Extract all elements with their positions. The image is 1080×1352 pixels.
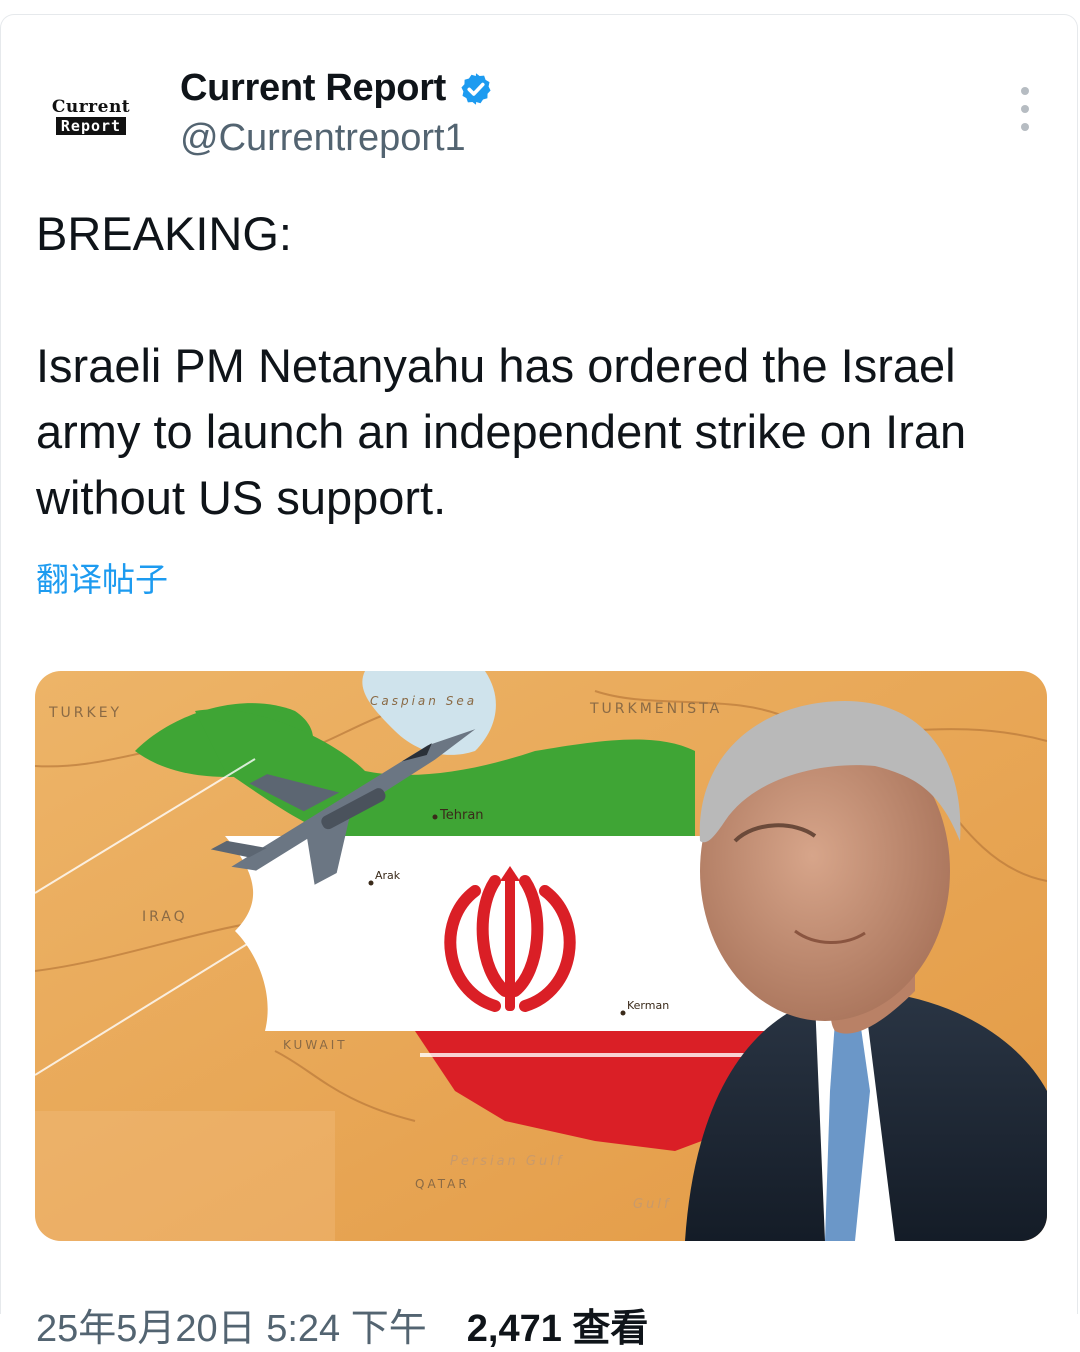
label-kuwait: KUWAIT [283, 1038, 348, 1052]
label-turkmenistan: TURKMENISTA [589, 701, 722, 717]
tweet-media-image[interactable]: ﷲ ﷲ ﷲ ﷲ ﷲ ﷲ ﷲ ﷲ ﷲ ﷲ ﷲ TURKEY Caspian Sea… [35, 671, 1047, 1241]
label-gulf: Gulf [633, 1197, 672, 1212]
profile-avatar[interactable]: Current Report [41, 85, 141, 147]
label-turkey: TURKEY [48, 705, 122, 721]
tweet-text-body: Israeli PM Netanyahu has ordered the Isr… [36, 339, 967, 524]
verified-badge-icon [461, 72, 491, 105]
label-kerman: Kerman [627, 999, 669, 1012]
tweet-card: Current Report Current Report @Currentre… [0, 14, 1078, 1350]
view-count: 2,471 查看 [466, 1308, 649, 1350]
author-name[interactable]: Current Report [180, 67, 446, 110]
more-dots-icon[interactable] [1013, 87, 1037, 131]
author-row: Current Report [180, 67, 494, 110]
tweet-datetime[interactable]: 25年5月20日 5:24 下午 [36, 1308, 427, 1350]
label-caspian: Caspian Sea [370, 694, 477, 708]
tweet-text-heading: BREAKING: [36, 207, 292, 260]
label-iraq: IRAQ [142, 909, 188, 925]
label-arak: Arak [375, 869, 401, 882]
map-illustration: ﷲ ﷲ ﷲ ﷲ ﷲ ﷲ ﷲ ﷲ ﷲ ﷲ ﷲ TURKEY Caspian Sea… [35, 671, 1047, 1241]
svg-text:ﷲ ﷲ ﷲ ﷲ ﷲ ﷲ ﷲ ﷲ ﷲ ﷲ ﷲ: ﷲ ﷲ ﷲ ﷲ ﷲ ﷲ ﷲ ﷲ ﷲ ﷲ ﷲ [335, 834, 539, 858]
logo-text-top: Current [51, 96, 131, 117]
logo-text-bottom: Report [55, 116, 127, 135]
label-qatar: QATAR [415, 1177, 470, 1191]
label-tehran: Tehran [439, 808, 484, 823]
label-persian-gulf: Persian Gulf [450, 1154, 564, 1169]
tweet-footer: 25年5月20日 5:24 下午 2,471 查看 [36, 1297, 648, 1352]
translate-post-link[interactable]: 翻译帖子 [36, 553, 168, 601]
author-handle[interactable]: @Currentreport1 [180, 117, 466, 160]
